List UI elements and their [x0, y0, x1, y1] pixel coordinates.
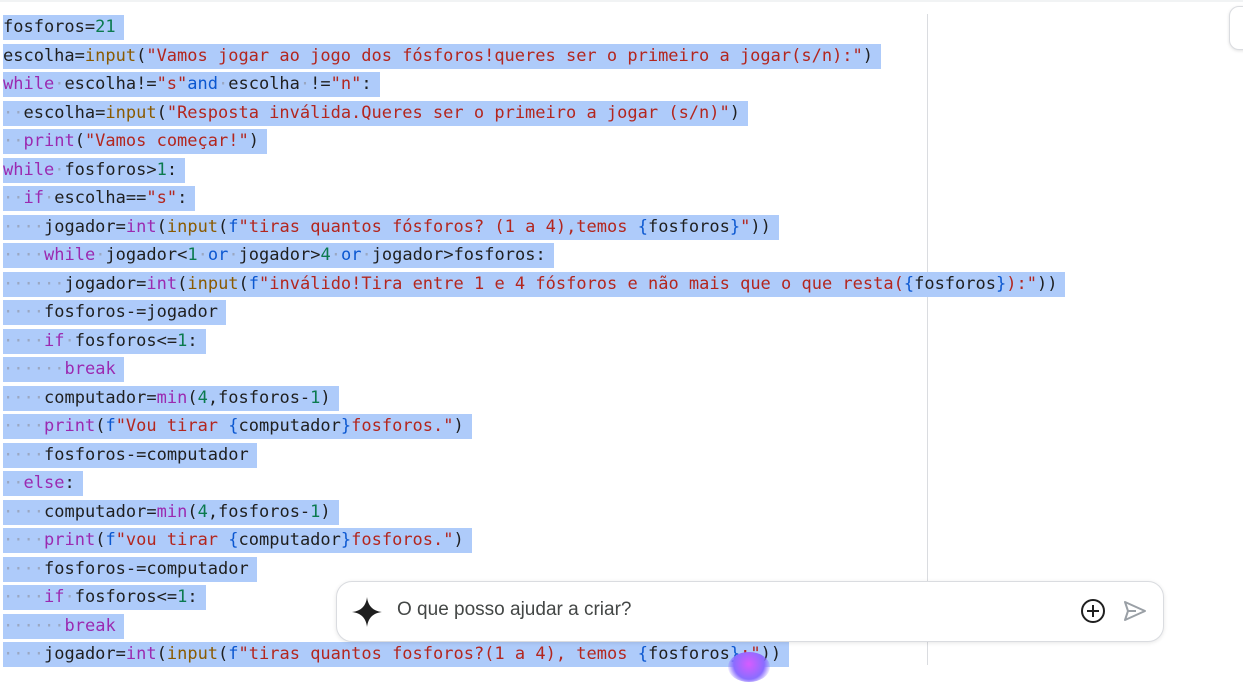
code-line-text: ····computador=min(4,fosforos-1)	[3, 499, 339, 525]
code-line-text: ······break	[3, 613, 124, 639]
code-line[interactable]: ····jogador=int(input(f"tiras quantos fo…	[3, 641, 1065, 670]
code-line-text: ······jogador=int(input(f"inválido!Tira …	[3, 271, 1066, 297]
code-line-text: while·escolha!="s"and·escolha·!="n":	[3, 72, 380, 97]
side-panel-edge[interactable]	[1229, 6, 1243, 50]
top-border	[0, 0, 1243, 2]
sparkle-icon	[352, 597, 382, 627]
code-line-text: ····print(f"vou tirar {computador}fosfor…	[3, 528, 472, 553]
code-line[interactable]: while·escolha!="s"and·escolha·!="n":	[3, 71, 1065, 100]
code-editor[interactable]: fosforos=21 escolha=input("Vamos jogar ao…	[3, 14, 1066, 670]
code-line-text: escolha=input("Vamos jogar ao jogo dos f…	[3, 43, 882, 69]
code-line-text: ····while·jogador<1·or·jogador>4·or·joga…	[3, 243, 554, 268]
code-line-text: ··if·escolha=="s":	[3, 186, 196, 211]
code-line[interactable]: escolha=input("Vamos jogar ao jogo dos f…	[3, 43, 1065, 72]
code-line[interactable]: ··print("Vamos começar!")	[3, 128, 1065, 157]
code-line[interactable]: fosforos=21	[3, 14, 1065, 43]
prompt-bar[interactable]: O que posso ajudar a criar?	[336, 581, 1164, 642]
code-line-text: ····if·fosforos<=1:	[3, 328, 206, 354]
code-line-text: ····print(f"Vou tirar {computador}fosfor…	[3, 414, 472, 439]
add-icon[interactable]	[1080, 598, 1106, 624]
code-line[interactable]: ······jogador=int(input(f"inválido!Tira …	[3, 271, 1066, 300]
code-line[interactable]: ····fosforos-=computador	[3, 442, 1065, 471]
code-line[interactable]: ··escolha=input("Resposta inválida.Quere…	[3, 100, 1065, 129]
code-line[interactable]: ····if·fosforos<=1:	[3, 328, 1065, 357]
code-line[interactable]: ····fosforos-=jogador	[3, 299, 1065, 328]
code-line-text: ····jogador=int(input(f"tiras quantos fó…	[3, 214, 779, 240]
code-line-text: ····fosforos-=computador	[3, 556, 257, 582]
prompt-input[interactable]: O que posso ajudar a criar?	[397, 599, 631, 621]
send-icon[interactable]	[1122, 598, 1148, 624]
code-line-text: ····fosforos-=jogador	[3, 300, 226, 325]
code-line[interactable]: ····print(f"vou tirar {computador}fosfor…	[3, 527, 1065, 556]
code-line[interactable]: while·fosforos>1:	[3, 157, 1065, 186]
code-line[interactable]: ····while·jogador<1·or·jogador>4·or·joga…	[3, 242, 1065, 271]
code-line-text: ····jogador=int(input(f"tiras quantos fo…	[3, 642, 790, 667]
code-line[interactable]: ····computador=min(4,fosforos-1)	[3, 385, 1065, 414]
code-line[interactable]: ··if·escolha=="s":	[3, 185, 1065, 214]
code-line[interactable]: ··else:	[3, 470, 1065, 499]
code-line-text: ······break	[3, 357, 124, 382]
code-line[interactable]: ····fosforos-=computador	[3, 556, 1065, 585]
code-line[interactable]: ····print(f"Vou tirar {computador}fosfor…	[3, 413, 1065, 442]
code-line-text: ····computador=min(4,fosforos-1)	[3, 385, 339, 411]
code-line-text: ····if·fosforos<=1:	[3, 585, 206, 610]
code-line-text: ··escolha=input("Resposta inválida.Quere…	[3, 100, 748, 126]
assistant-orb	[728, 652, 770, 682]
code-line-text: ··print("Vamos começar!")	[3, 129, 267, 154]
code-line-text: ····fosforos-=computador	[3, 442, 257, 468]
code-line-text: while·fosforos>1:	[3, 157, 186, 183]
code-line-text: ··else:	[3, 471, 83, 496]
code-line[interactable]: ····computador=min(4,fosforos-1)	[3, 499, 1065, 528]
code-line-text: fosforos=21	[3, 15, 124, 40]
code-line[interactable]: ······break	[3, 356, 1065, 385]
code-line[interactable]: ····jogador=int(input(f"tiras quantos fó…	[3, 214, 1065, 243]
